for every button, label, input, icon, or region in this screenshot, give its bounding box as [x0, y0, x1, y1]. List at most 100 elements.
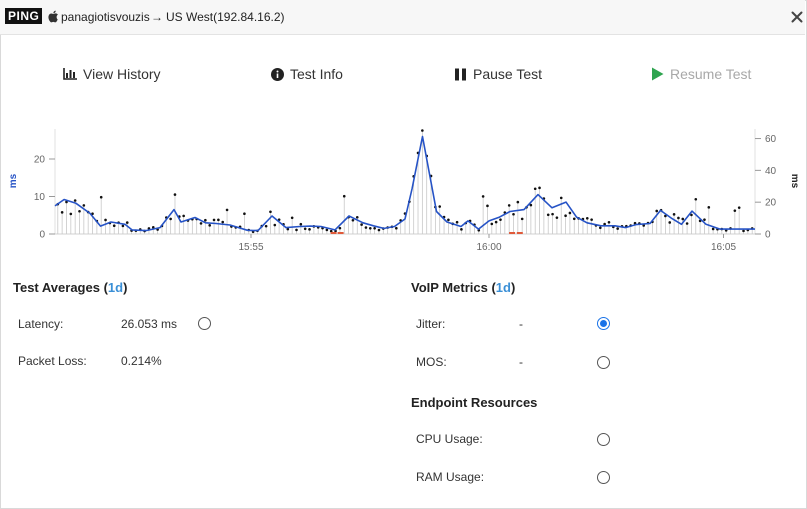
y-axis-left-label: ms [8, 173, 19, 188]
sample-point [490, 222, 494, 226]
sample-point [173, 193, 177, 196]
sample-point [182, 214, 185, 218]
sample-point [199, 222, 203, 225]
y-left-tick-label: 20 [34, 155, 46, 166]
packet-loss-marker [337, 232, 344, 234]
sample-point [533, 187, 537, 191]
jitter-label: Jitter: [416, 317, 446, 331]
sample-point [733, 209, 737, 212]
sample-point [373, 226, 376, 230]
sample-point [438, 205, 442, 208]
packet-loss-marker [330, 232, 337, 234]
sample-point [616, 227, 619, 230]
mos-value: - [519, 355, 523, 369]
sample-point [368, 226, 372, 230]
test-averages-period-value[interactable]: 1d [108, 280, 123, 295]
voip-metrics-period-value[interactable]: 1d [496, 280, 511, 295]
sample-point [564, 214, 567, 218]
latency-chart: 0 10 20 0 20 40 60 15:55 16:00 16:05 ms ms [8, 129, 800, 253]
arrow-icon: → [151, 10, 163, 24]
sample-point [551, 212, 554, 216]
sample-point [685, 222, 689, 225]
sample-point [377, 228, 381, 232]
test-info-label: Test Info [290, 66, 343, 82]
sample-point [520, 217, 524, 221]
sample-point [572, 217, 576, 221]
y-right-tick-label: 20 [765, 198, 777, 209]
y-right-tick-label: 40 [765, 166, 777, 177]
sample-point [494, 220, 498, 224]
ram-usage-radio[interactable] [597, 471, 610, 484]
sample-point [711, 227, 715, 231]
sample-point [546, 213, 550, 217]
sample-point [221, 220, 225, 224]
sample-point [460, 228, 463, 231]
y-right-tick-label: 60 [765, 134, 777, 145]
sample-point [507, 204, 511, 207]
bar-chart-icon [63, 68, 77, 80]
mos-radio[interactable] [597, 356, 610, 369]
cpu-usage-label: CPU Usage: [416, 432, 483, 446]
sample-point [694, 197, 698, 201]
packet-loss-label: Packet Loss: [18, 354, 87, 368]
sample-point [516, 200, 520, 204]
sample-point [169, 217, 172, 221]
resume-test-label: Resume Test [670, 66, 752, 82]
y-right-tick-label: 0 [765, 230, 771, 241]
sample-point [303, 227, 307, 231]
sample-point [60, 211, 64, 214]
endpoint-resources-title: Endpoint Resources [411, 395, 538, 410]
sample-point [112, 224, 116, 228]
sample-point [290, 216, 294, 220]
resume-test-button[interactable]: Resume Test [651, 64, 751, 84]
pause-test-button[interactable]: Pause Test [454, 64, 542, 84]
jitter-radio[interactable] [597, 317, 610, 330]
sample-point [703, 218, 706, 221]
mos-label: MOS: [416, 355, 447, 369]
packet-loss-value: 0.214% [121, 354, 162, 368]
sample-point [355, 215, 359, 219]
info-icon [271, 67, 284, 81]
test-averages-heading: Test Averages [13, 280, 100, 295]
pause-icon [455, 68, 466, 80]
sample-point [599, 226, 602, 230]
sample-point [585, 216, 589, 220]
sample-point [590, 218, 593, 221]
sample-point [342, 194, 346, 198]
packet-loss-marker [516, 232, 523, 234]
latency-value: 26.053 ms [121, 317, 178, 331]
cpu-usage-radio[interactable] [597, 433, 610, 446]
sample-point [204, 218, 207, 222]
sample-point [325, 228, 329, 232]
sample-point [681, 217, 685, 221]
y-left-tick-label: 0 [39, 230, 45, 241]
sample-point [104, 218, 107, 222]
x-tick-label: 15:55 [238, 242, 263, 253]
sample-point [486, 204, 489, 208]
play-icon [652, 67, 664, 81]
close-icon[interactable] [789, 9, 805, 25]
sample-point [447, 218, 450, 222]
sample-point [668, 221, 672, 224]
sample-point [742, 229, 745, 233]
sample-point [677, 216, 680, 220]
sample-point [655, 209, 659, 213]
voip-metrics-heading: VoIP Metrics [411, 280, 488, 295]
sample-point [212, 218, 216, 222]
test-info-button[interactable]: Test Info [271, 64, 343, 84]
sample-point [555, 216, 559, 219]
sample-point [364, 226, 368, 229]
sample-point [338, 226, 342, 230]
sample-point [73, 199, 77, 202]
sample-point [82, 204, 86, 207]
voip-metrics-title: VoIP Metrics (1d) [411, 280, 515, 295]
apple-icon [48, 10, 58, 23]
source-host: panagiotisvouzis [61, 10, 150, 24]
sample-point [243, 212, 246, 216]
view-history-button[interactable]: View History [63, 64, 161, 84]
latency-radio[interactable] [198, 317, 211, 330]
sample-point [125, 221, 129, 224]
sample-point [269, 210, 272, 214]
ping-badge: PING [5, 8, 43, 24]
sample-point [607, 220, 611, 224]
